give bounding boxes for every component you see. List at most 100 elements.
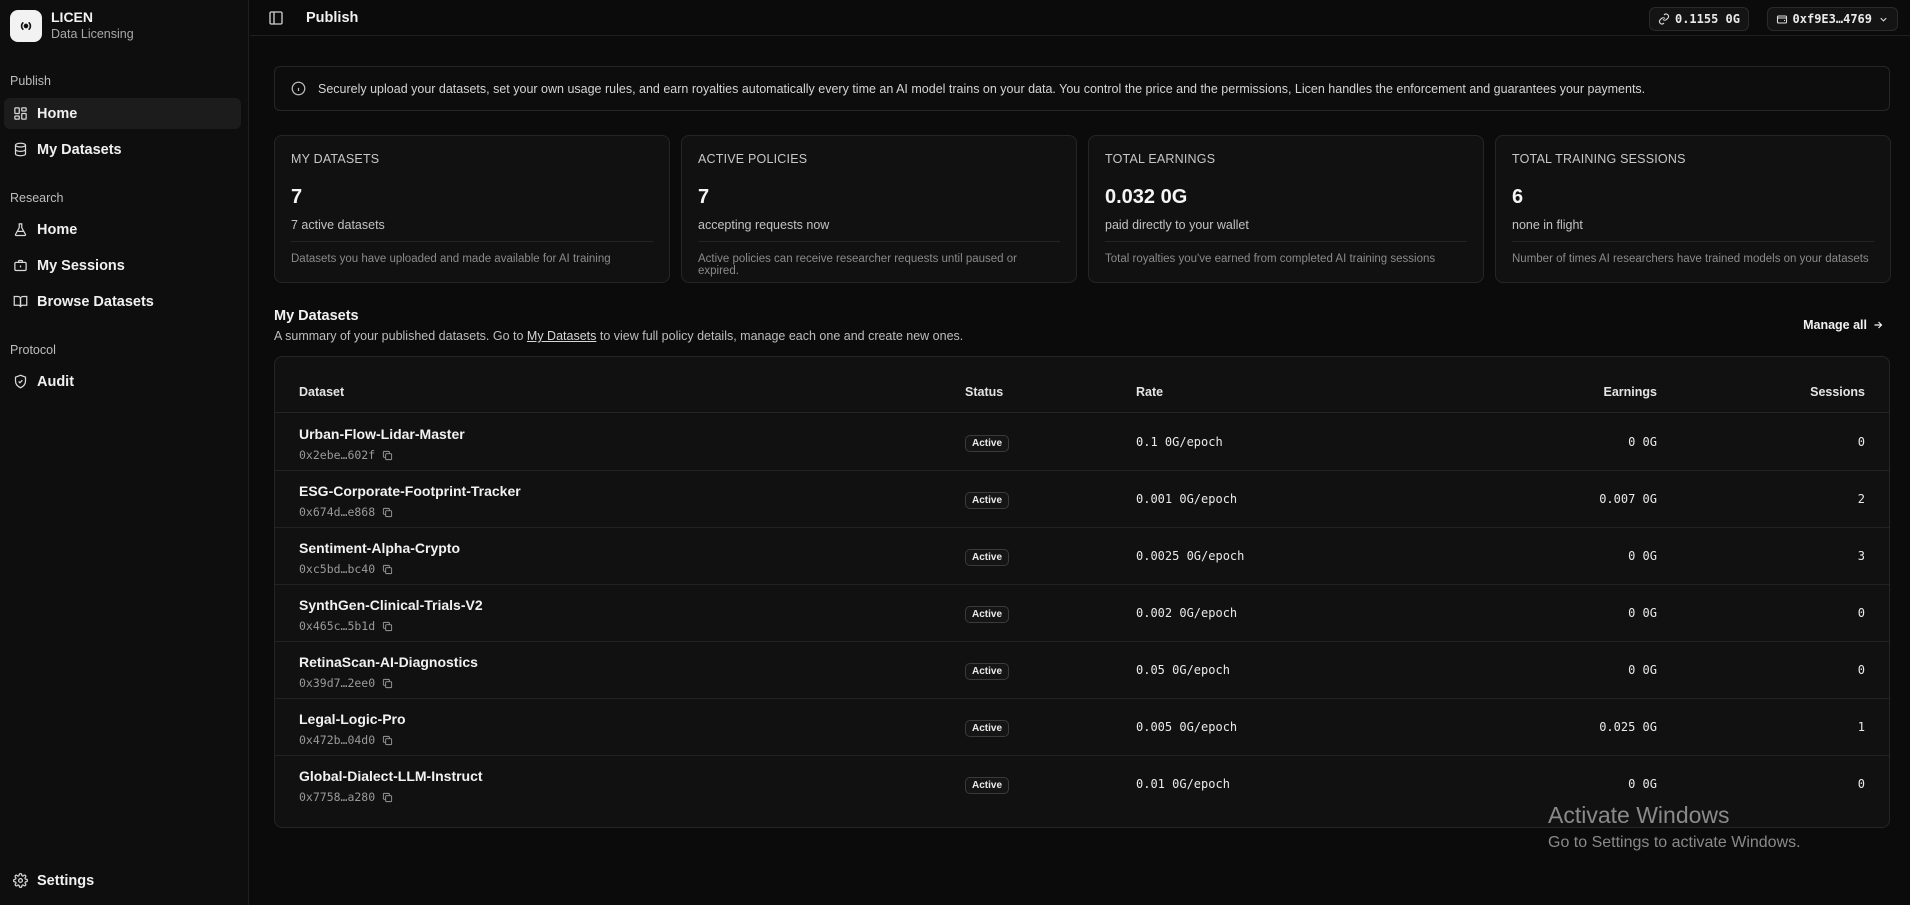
copy-icon[interactable] xyxy=(382,564,393,575)
dataset-address: 0x2ebe…602f xyxy=(299,448,393,462)
dataset-name[interactable]: SynthGen-Clinical-Trials-V2 xyxy=(299,597,483,613)
sidebar-item-research-home[interactable]: Home xyxy=(4,214,241,245)
earnings-value: 0 0G xyxy=(1628,663,1657,677)
stat-footnote: Total royalties you've earned from compl… xyxy=(1105,253,1436,265)
grid-icon xyxy=(12,106,28,122)
sidebar-toggle-icon[interactable] xyxy=(268,10,284,26)
stat-label: MY DATASETS xyxy=(291,152,380,166)
stat-subtitle: paid directly to your wallet xyxy=(1105,218,1467,242)
link-icon xyxy=(1658,13,1669,25)
info-icon xyxy=(291,81,306,96)
gear-icon xyxy=(12,873,28,889)
stat-subtitle: 7 active datasets xyxy=(291,218,653,242)
brand-subtitle: Data Licensing xyxy=(51,27,134,41)
sessions-value: 0 xyxy=(1857,606,1865,620)
stat-card-total-earnings: TOTAL EARNINGS 0.032 0G paid directly to… xyxy=(1088,135,1484,283)
status-badge: Active xyxy=(965,777,1010,794)
copy-icon[interactable] xyxy=(382,621,393,632)
sessions-value: 3 xyxy=(1857,549,1865,563)
rate-value: 0.01 0G/epoch xyxy=(1136,777,1230,791)
earnings-value: 0 0G xyxy=(1628,777,1657,791)
sessions-value: 0 xyxy=(1857,663,1865,677)
page-title: Publish xyxy=(306,10,359,26)
brand[interactable]: LICEN Data Licensing xyxy=(10,9,134,42)
dataset-name[interactable]: RetinaScan-AI-Diagnostics xyxy=(299,654,478,670)
wallet-address: 0xf9E3…4769 xyxy=(1792,12,1872,26)
sidebar-item-settings[interactable]: Settings xyxy=(4,865,241,896)
sidebar-item-my-sessions[interactable]: My Sessions xyxy=(4,250,241,281)
section-label-publish: Publish xyxy=(10,74,51,88)
table-row[interactable]: RetinaScan-AI-Diagnostics 0x39d7…2ee0 Acti… xyxy=(275,642,1889,699)
status-badge: Active xyxy=(965,720,1010,737)
dataset-name[interactable]: Sentiment-Alpha-Crypto xyxy=(299,540,460,556)
stat-footnote: Datasets you have uploaded and made avai… xyxy=(291,253,611,265)
sidebar: LICEN Data Licensing Publish Home My Dat… xyxy=(0,0,249,905)
sidebar-item-my-datasets[interactable]: My Datasets xyxy=(4,134,241,165)
chevron-down-icon xyxy=(1880,17,1887,22)
column-header-dataset: Dataset xyxy=(299,385,345,399)
copy-icon[interactable] xyxy=(382,450,393,461)
copy-icon[interactable] xyxy=(382,735,393,746)
watermark-subtitle: Go to Settings to activate Windows. xyxy=(1548,834,1801,851)
sidebar-item-audit[interactable]: Audit xyxy=(4,366,241,397)
dataset-address: 0x7758…a280 xyxy=(299,790,393,804)
table-row[interactable]: Urban-Flow-Lidar-Master 0x2ebe…602f Active… xyxy=(275,414,1889,471)
earnings-value: 0 0G xyxy=(1628,606,1657,620)
address-text: 0xc5bd…bc40 xyxy=(299,562,376,576)
table-row[interactable]: Legal-Logic-Pro 0x472b…04d0 Active 0.005 0G… xyxy=(275,699,1889,756)
dataset-name[interactable]: Legal-Logic-Pro xyxy=(299,711,406,727)
table-row[interactable]: Sentiment-Alpha-Crypto 0xc5bd…bc40 Active 0… xyxy=(275,528,1889,585)
shield-check-icon xyxy=(12,374,28,390)
info-text: Securely upload your datasets, set your … xyxy=(318,81,1646,96)
address-text: 0x674d…e868 xyxy=(299,505,376,519)
desc-text: to view full policy details, manage each… xyxy=(596,329,964,343)
dataset-address: 0x465c…5b1d xyxy=(299,619,393,633)
book-icon xyxy=(12,294,28,310)
balance-pill[interactable]: 0.1155 0G xyxy=(1648,7,1749,31)
section-label-research: Research xyxy=(10,191,64,205)
my-datasets-link[interactable]: My Datasets xyxy=(527,329,596,343)
table-row[interactable]: ESG-Corporate-Footprint-Tracker 0x674d…e8… xyxy=(275,471,1889,528)
rate-value: 0.005 0G/epoch xyxy=(1136,720,1238,734)
sidebar-item-label: Home xyxy=(37,105,78,122)
copy-icon[interactable] xyxy=(382,507,393,518)
address-text: 0x2ebe…602f xyxy=(299,448,376,462)
stat-label: TOTAL EARNINGS xyxy=(1105,152,1216,166)
rate-value: 0.002 0G/epoch xyxy=(1136,606,1238,620)
dataset-name[interactable]: Urban-Flow-Lidar-Master xyxy=(299,426,465,442)
sidebar-item-publish-home[interactable]: Home xyxy=(4,98,241,129)
sidebar-item-label: Audit xyxy=(37,373,75,390)
manage-all-label: Manage all xyxy=(1803,318,1867,332)
section-label-protocol: Protocol xyxy=(10,343,56,357)
stat-subtitle: none in flight xyxy=(1512,218,1874,242)
dataset-address: 0x472b…04d0 xyxy=(299,733,393,747)
copy-icon[interactable] xyxy=(382,792,393,803)
briefcase-icon xyxy=(12,258,28,274)
table-row[interactable]: SynthGen-Clinical-Trials-V2 0x465c…5b1d Ac… xyxy=(275,585,1889,642)
desc-text: A summary of your published datasets. Go… xyxy=(274,329,527,343)
address-text: 0x7758…a280 xyxy=(299,790,376,804)
wallet-icon xyxy=(1776,15,1787,24)
stat-footnote: Number of times AI researchers have trai… xyxy=(1512,253,1869,265)
sidebar-item-browse-datasets[interactable]: Browse Datasets xyxy=(4,286,241,317)
dataset-name[interactable]: Global-Dialect-LLM-Instruct xyxy=(299,768,483,784)
arrow-right-icon xyxy=(1874,321,1883,329)
dataset-name[interactable]: ESG-Corporate-Footprint-Tracker xyxy=(299,483,521,499)
brand-name: LICEN xyxy=(51,9,93,25)
sidebar-item-label: Settings xyxy=(37,872,95,889)
database-icon xyxy=(12,142,28,158)
stat-card-my-datasets: MY DATASETS 7 7 active datasets Datasets… xyxy=(274,135,670,283)
manage-all-button[interactable]: Manage all xyxy=(1803,318,1884,332)
wallet-button[interactable]: 0xf9E3…4769 xyxy=(1766,7,1898,31)
column-header-earnings: Earnings xyxy=(1603,385,1658,399)
copy-icon[interactable] xyxy=(382,678,393,689)
column-header-sessions: Sessions xyxy=(1810,385,1865,399)
broadcast-logo-icon xyxy=(10,9,42,42)
datasets-table: Dataset Status Rate Earnings Sessions Ur… xyxy=(274,356,1890,828)
address-text: 0x472b…04d0 xyxy=(299,733,376,747)
earnings-value: 0.007 0G xyxy=(1599,492,1657,506)
stat-label: ACTIVE POLICIES xyxy=(698,152,808,166)
status-badge: Active xyxy=(965,663,1010,680)
dataset-address: 0x39d7…2ee0 xyxy=(299,676,393,690)
stat-value: 6 xyxy=(1512,186,1524,208)
